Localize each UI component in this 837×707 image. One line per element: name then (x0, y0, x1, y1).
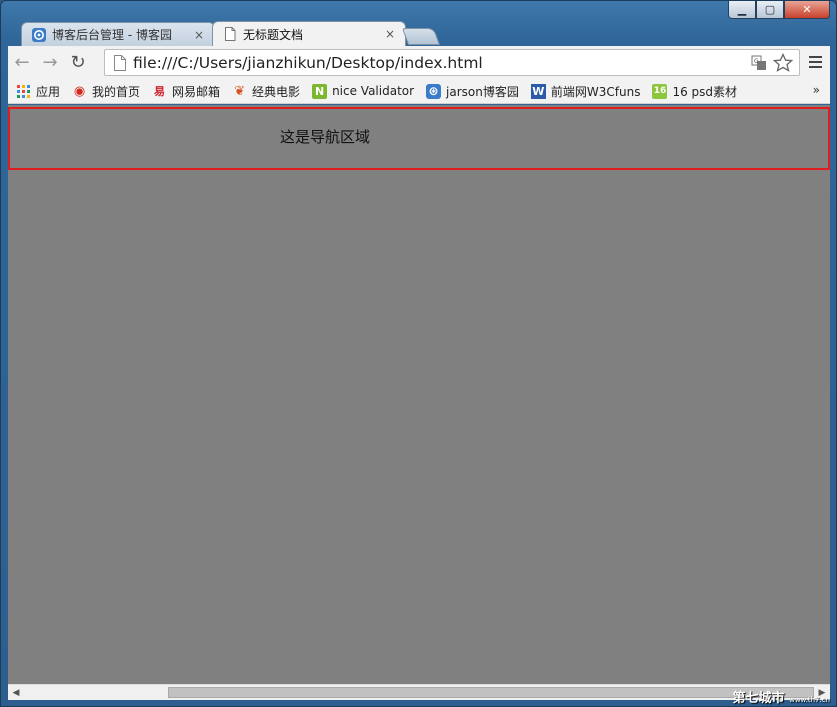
translate-icon[interactable]: G (751, 55, 767, 71)
maximize-button[interactable]: ▢ (756, 1, 784, 19)
browser-window: ▁ ▢ ✕ 博客后台管理 - 博客园 × 无标题文档 × ← → ↻ file:… (0, 0, 837, 707)
bookmark-apps[interactable]: 应用 (16, 83, 60, 100)
page-viewport: 这是导航区域 (8, 105, 830, 684)
scrollbar-thumb[interactable] (168, 687, 814, 698)
watermark: 第七城市 www.th7.cn (733, 687, 830, 706)
bookmarks-bar: 应用 ◉ 我的首页 易 网易邮箱 ❦ 经典电影 N nice Validator… (8, 79, 830, 104)
w-logo-icon: W (530, 83, 546, 99)
bookmark-classic-movies[interactable]: ❦ 经典电影 (232, 83, 300, 100)
minimize-button[interactable]: ▁ (728, 1, 756, 19)
scroll-left-arrow-icon[interactable]: ◀ (8, 685, 24, 700)
new-tab-button[interactable] (401, 28, 441, 45)
bookmark-w3cfuns[interactable]: W 前端网W3Cfuns (530, 83, 641, 100)
bookmark-label: 应用 (36, 84, 61, 99)
apps-grid-icon (17, 84, 30, 98)
bookmark-weibo[interactable]: ◉ 我的首页 (72, 83, 140, 100)
tab-untitled-document[interactable]: 无标题文档 × (212, 21, 406, 46)
bookmark-star-icon[interactable] (773, 52, 793, 73)
tab-close-icon[interactable]: × (383, 27, 397, 41)
nav-region-text: 这是导航区域 (280, 128, 371, 146)
bookmark-jarson-cnblogs[interactable]: ⊛ jarson博客园 (426, 83, 519, 100)
reload-button[interactable]: ↻ (64, 49, 92, 77)
bookmark-nice-validator[interactable]: N nice Validator (312, 83, 415, 99)
chrome-menu-button[interactable] (804, 51, 826, 73)
cnblogs-icon: ⊛ (426, 83, 442, 99)
svg-text:G: G (754, 58, 759, 65)
horizontal-scrollbar[interactable]: ◀ ▶ (8, 684, 830, 700)
bookmark-label: 前端网W3Cfuns (550, 84, 641, 99)
url-input[interactable] (133, 53, 751, 72)
tab-close-icon[interactable]: × (192, 28, 206, 42)
nav-region: 这是导航区域 (8, 107, 830, 170)
browser-toolbar: ← → ↻ G (8, 46, 830, 79)
bookmark-label: 网易邮箱 (172, 84, 221, 99)
close-window-button[interactable]: ✕ (784, 1, 830, 19)
forward-button[interactable]: → (36, 49, 64, 77)
tab-strip: 博客后台管理 - 博客园 × 无标题文档 × (9, 19, 829, 46)
watermark-text: 第七城市 (732, 691, 785, 706)
bookmark-label: nice Validator (332, 84, 415, 98)
window-controls: ▁ ▢ ✕ (728, 1, 830, 21)
back-button[interactable]: ← (8, 49, 36, 77)
tab-cnblogs-admin[interactable]: 博客后台管理 - 博客园 × (21, 22, 215, 46)
bookmark-16-psd[interactable]: 16 16 psd素材 (652, 83, 737, 100)
watermark-subtext: www.th7.cn (789, 696, 830, 704)
weibo-icon: ◉ (73, 83, 86, 99)
address-bar[interactable]: G (104, 49, 800, 76)
bookmark-label: jarson博客园 (446, 84, 519, 99)
more-bookmarks-button[interactable]: » (813, 83, 820, 97)
bookmark-label: 经典电影 (252, 84, 301, 99)
n-logo-icon: N (312, 83, 328, 99)
bookmark-label: 16 psd素材 (672, 84, 738, 99)
bookmark-netease-mail[interactable]: 易 网易邮箱 (152, 83, 220, 100)
leaf-icon: ❦ (234, 83, 245, 99)
cnblogs-icon (32, 27, 46, 42)
16-logo-icon: 16 (652, 83, 668, 99)
page-icon (225, 27, 236, 41)
bookmark-label: 我的首页 (92, 84, 141, 99)
page-icon (114, 54, 126, 71)
tab-title: 博客后台管理 - 博客园 (52, 28, 172, 42)
tab-title: 无标题文档 (243, 27, 304, 42)
netease-mail-icon: 易 (154, 85, 166, 98)
